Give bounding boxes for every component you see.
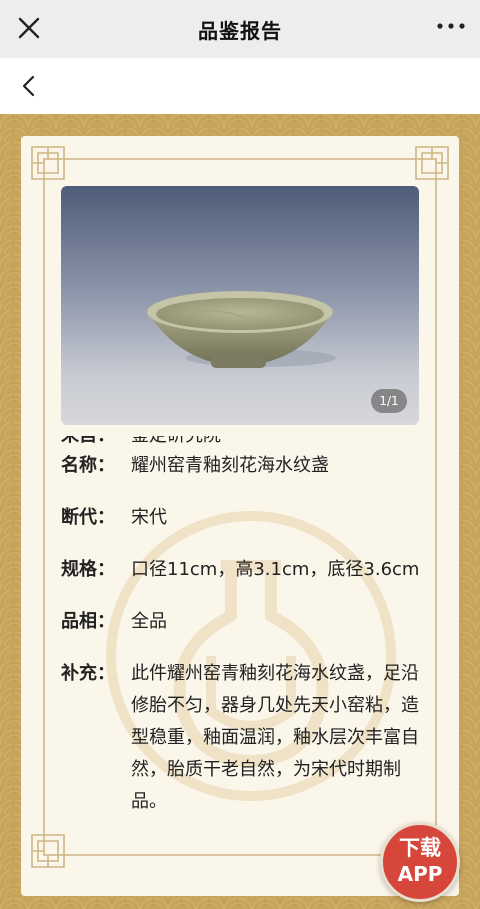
item-photo[interactable]: 1/1: [61, 186, 419, 425]
detail-label: 品相：: [61, 611, 115, 632]
detail-label: 名称：: [61, 455, 115, 476]
detail-label: 规格：: [61, 559, 115, 580]
detail-label: 补充：: [61, 663, 115, 684]
detail-value: 口径11cm，高3.1cm，底径3.6cm: [131, 559, 420, 580]
detail-value: 鉴定研究院: [131, 436, 221, 454]
detail-row-dimensions: 规格： 口径11cm，高3.1cm，底径3.6cm: [61, 554, 421, 586]
image-counter: 1/1: [371, 389, 407, 413]
download-label: 下载: [399, 836, 441, 860]
download-app-button[interactable]: 下载 APP: [380, 822, 460, 902]
detail-row-condition: 品相： 全品: [61, 606, 421, 638]
detail-label: 断代：: [61, 507, 115, 528]
detail-value: 全品: [131, 611, 167, 632]
back-icon[interactable]: [18, 74, 40, 98]
detail-label: 来自：: [61, 436, 131, 454]
page-title: 品鉴报告: [198, 18, 282, 43]
detail-value: 宋代: [131, 507, 167, 528]
celadon-bowl-image: [147, 291, 336, 368]
item-details: 来自： 鉴定研究院 名称： 耀州窑青釉刻花海水纹盏 断代： 宋代 规格： 口径1…: [61, 436, 421, 838]
detail-row-name: 名称： 耀州窑青釉刻花海水纹盏: [61, 450, 421, 482]
navigation-bar: [0, 58, 480, 114]
top-bar: 品鉴报告: [0, 0, 480, 58]
report-card: 1/1 来自： 鉴定研究院 名称： 耀州窑青釉刻花海水纹盏 断代： 宋代 规格：…: [21, 136, 459, 896]
detail-row-notes: 补充： 此件耀州窑青釉刻花海水纹盏，足沿修胎不匀，器身几处先天小窑粘，造型稳重，…: [61, 658, 421, 818]
report-frame: 1/1 来自： 鉴定研究院 名称： 耀州窑青釉刻花海水纹盏 断代： 宋代 规格：…: [0, 114, 480, 909]
detail-value: 此件耀州窑青釉刻花海水纹盏，足沿修胎不匀，器身几处先天小窑粘，造型稳重，釉面温润…: [131, 663, 419, 812]
detail-row-period: 断代： 宋代: [61, 502, 421, 534]
more-icon[interactable]: [436, 20, 466, 32]
app-label: APP: [397, 862, 443, 886]
close-icon[interactable]: [14, 13, 44, 43]
detail-value: 耀州窑青釉刻花海水纹盏: [131, 455, 329, 476]
detail-row-source: 来自： 鉴定研究院: [61, 436, 221, 454]
